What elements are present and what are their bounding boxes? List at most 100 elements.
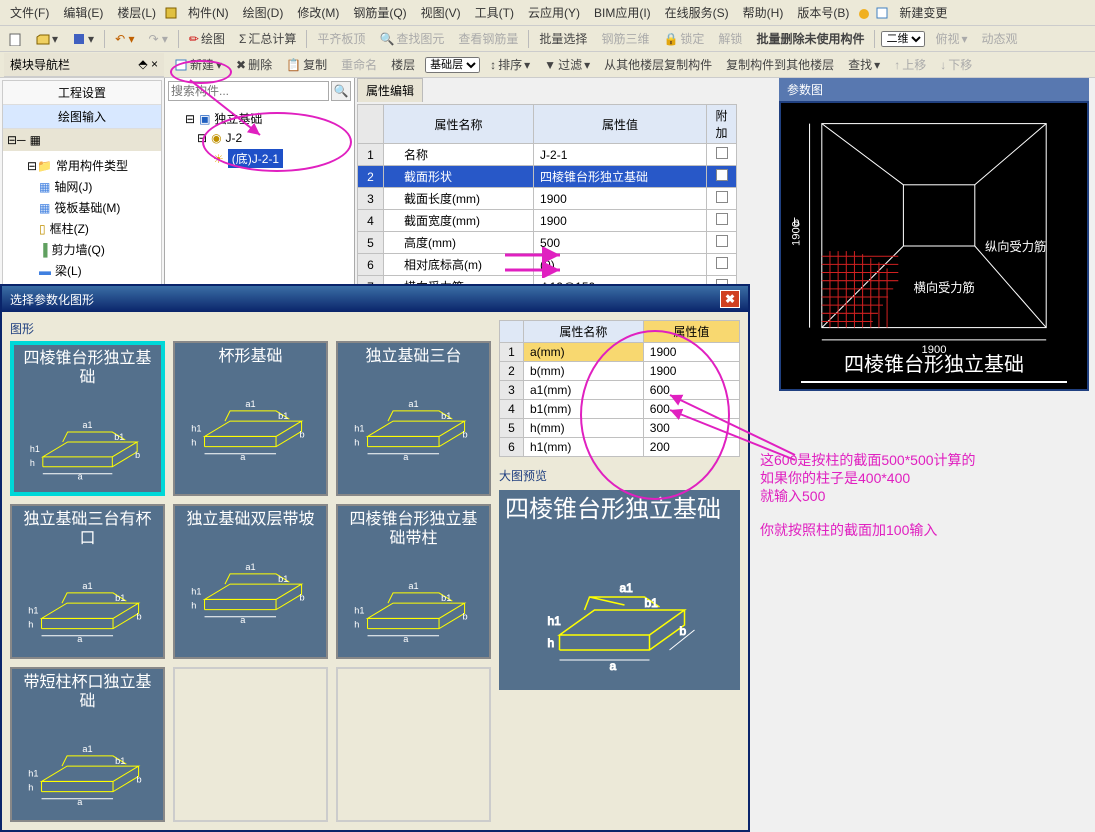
comp-j2[interactable]: ⊟◉J-2 xyxy=(169,129,350,147)
sub-copy-to[interactable]: 复制构件到其他楼层 xyxy=(722,54,838,75)
tb-save[interactable]: ▾ xyxy=(68,30,98,48)
menu-rebar[interactable]: 钢筋量(Q) xyxy=(347,2,412,23)
tb-batch-del[interactable]: 批量删除未使用构件 xyxy=(752,28,868,49)
svg-text:b: b xyxy=(680,624,687,638)
tb-draw[interactable]: ✏绘图 xyxy=(185,28,229,49)
prop-row[interactable]: 4截面宽度(mm)1900 xyxy=(358,210,737,232)
sub-filter[interactable]: ▼过滤▾ xyxy=(540,54,594,75)
svg-text:a: a xyxy=(610,659,617,673)
sub-floor[interactable]: 楼层 xyxy=(387,54,419,75)
shape-option[interactable]: 独立基础三台有杯口a1b1h1hab xyxy=(10,504,165,659)
tree-root[interactable]: ⊟📁常用构件类型 xyxy=(7,155,157,176)
svg-text:b1: b1 xyxy=(278,411,288,421)
svg-text:b: b xyxy=(137,612,142,622)
shape-option[interactable]: 四棱锥台形独立基础带柱a1b1h1hab xyxy=(336,504,491,659)
svg-text:h: h xyxy=(28,620,33,630)
svg-text:h1: h1 xyxy=(191,587,201,597)
menu-edit[interactable]: 编辑(E) xyxy=(57,2,109,23)
search-button[interactable]: 🔍 xyxy=(331,81,351,101)
menu-newchange[interactable]: 新建变更 xyxy=(893,2,953,23)
tb-undo[interactable]: ↶ ▾ xyxy=(111,30,138,48)
param-row[interactable]: 2b(mm)1900 xyxy=(500,362,740,381)
svg-text:b: b xyxy=(463,612,468,622)
svg-text:a1: a1 xyxy=(83,420,93,430)
tree-beam[interactable]: ▬梁(L) xyxy=(7,260,157,281)
tree-icon[interactable]: ⊟─ xyxy=(7,133,26,147)
svg-text:纵向受力筋: 纵向受力筋 xyxy=(985,239,1046,254)
grid-icon[interactable]: ▦ xyxy=(30,133,41,147)
nav-tab-draw[interactable]: 绘图输入 xyxy=(3,105,161,129)
comp-root[interactable]: ⊟▣独立基础 xyxy=(169,108,350,129)
prop-row[interactable]: 6相对底标高(m)(0) xyxy=(358,254,737,276)
tree-column[interactable]: ▯框柱(Z) xyxy=(7,218,157,239)
preview-title: 大图预览 xyxy=(499,467,740,484)
param-row[interactable]: 6h1(mm)200 xyxy=(500,438,740,457)
prop-row[interactable]: 2截面形状四棱锥台形独立基础 xyxy=(358,166,737,188)
svg-text:h1: h1 xyxy=(28,606,38,616)
search-input[interactable] xyxy=(168,81,329,101)
sub-new[interactable]: 新建 ▾ xyxy=(170,54,226,75)
prop-row[interactable]: 3截面长度(mm)1900 xyxy=(358,188,737,210)
tb-new[interactable] xyxy=(4,30,26,48)
nav-tab-setup[interactable]: 工程设置 xyxy=(3,81,161,105)
sub-delete[interactable]: ✖删除 xyxy=(232,54,276,75)
menu-view[interactable]: 视图(V) xyxy=(415,2,467,23)
tree-axis[interactable]: ▦轴网(J) xyxy=(7,176,157,197)
svg-text:b1: b1 xyxy=(114,432,124,442)
dialog-titlebar[interactable]: 选择参数化图形 ✖ xyxy=(2,286,748,312)
comp-leaf[interactable]: ☀(底)J-2-1 xyxy=(169,147,350,170)
param-row[interactable]: 5h(mm)300 xyxy=(500,419,740,438)
menu-online[interactable]: 在线服务(S) xyxy=(659,2,735,23)
svg-text:b1: b1 xyxy=(441,411,451,421)
tb-sum[interactable]: Σ 汇总计算 xyxy=(235,28,300,49)
base-layer-select[interactable]: 基础层 xyxy=(425,57,480,73)
param-row[interactable]: 3a1(mm)600 xyxy=(500,381,740,400)
menu-cloud[interactable]: 云应用(Y) xyxy=(522,2,586,23)
dialog-close-button[interactable]: ✖ xyxy=(720,290,740,308)
shape-option[interactable]: 四棱锥台形独立基础a1b1h1hab xyxy=(10,341,165,496)
sub-up: ↑上移 xyxy=(890,54,930,75)
menu-tools[interactable]: 工具(T) xyxy=(469,2,520,23)
shape-option[interactable]: 独立基础双层带坡a1b1h1hab xyxy=(173,504,328,659)
prop-row[interactable]: 5高度(mm)500 xyxy=(358,232,737,254)
sub-sort[interactable]: ↕排序▾ xyxy=(486,54,534,75)
svg-text:b: b xyxy=(300,430,305,440)
menu-bim[interactable]: BIM应用(I) xyxy=(588,2,657,23)
tb-redo: ↷ ▾ xyxy=(144,30,171,48)
menu-version[interactable]: 版本号(B) xyxy=(791,2,855,23)
menu-draw[interactable]: 绘图(D) xyxy=(237,2,290,23)
sub-copy[interactable]: 📋复制 xyxy=(282,54,331,75)
svg-text:a: a xyxy=(78,472,83,482)
view3d-select[interactable]: 二维 xyxy=(881,31,925,47)
menu-file[interactable]: 文件(F) xyxy=(4,2,55,23)
tb-batch-sel[interactable]: 批量选择 xyxy=(535,28,591,49)
param-row[interactable]: 4b1(mm)600 xyxy=(500,400,740,419)
floor-icon xyxy=(164,6,178,20)
shape-option[interactable]: 带短柱杯口独立基础a1b1h1hab xyxy=(10,667,165,822)
tb-open[interactable]: ▾ xyxy=(32,30,62,48)
tb-persp: 俯视▾ xyxy=(931,28,971,49)
shape-option[interactable]: 独立基础三台a1b1h1hab xyxy=(336,341,491,496)
tb-dyn: 动态观 xyxy=(978,28,1022,49)
param-row[interactable]: 1a(mm)1900 xyxy=(500,343,740,362)
sub-copy-from[interactable]: 从其他楼层复制构件 xyxy=(600,54,716,75)
tb-lock: 🔒锁定 xyxy=(659,28,708,49)
menu-component[interactable]: 构件(N) xyxy=(182,2,235,23)
sub-find[interactable]: 查找▾ xyxy=(844,54,884,75)
menu-help[interactable]: 帮助(H) xyxy=(737,2,790,23)
param-table: 属性名称属性值 1a(mm)19002b(mm)19003a1(mm)6004b… xyxy=(499,320,740,457)
shape-option[interactable]: 杯形基础a1b1h1hab xyxy=(173,341,328,496)
diagram-body: 1900 1900 b 纵向受力筋 横向受力筋 四棱锥台形独立基础 xyxy=(779,101,1089,391)
shape-empty xyxy=(336,667,491,822)
svg-text:a1: a1 xyxy=(408,399,418,409)
new-change-icon[interactable] xyxy=(875,6,889,20)
prop-row[interactable]: 1名称J-2-1 xyxy=(358,144,737,166)
tree-wall[interactable]: ▐剪力墙(Q) xyxy=(7,239,157,260)
prop-tab[interactable]: 属性编辑 xyxy=(357,78,423,102)
menu-floor[interactable]: 楼层(L) xyxy=(111,2,162,23)
svg-text:h1: h1 xyxy=(30,444,40,454)
svg-text:a1: a1 xyxy=(408,581,418,591)
menu-modify[interactable]: 修改(M) xyxy=(291,2,345,23)
tree-raft[interactable]: ▦筏板基础(M) xyxy=(7,197,157,218)
tb-findview: 🔍查找图元 xyxy=(375,28,448,49)
